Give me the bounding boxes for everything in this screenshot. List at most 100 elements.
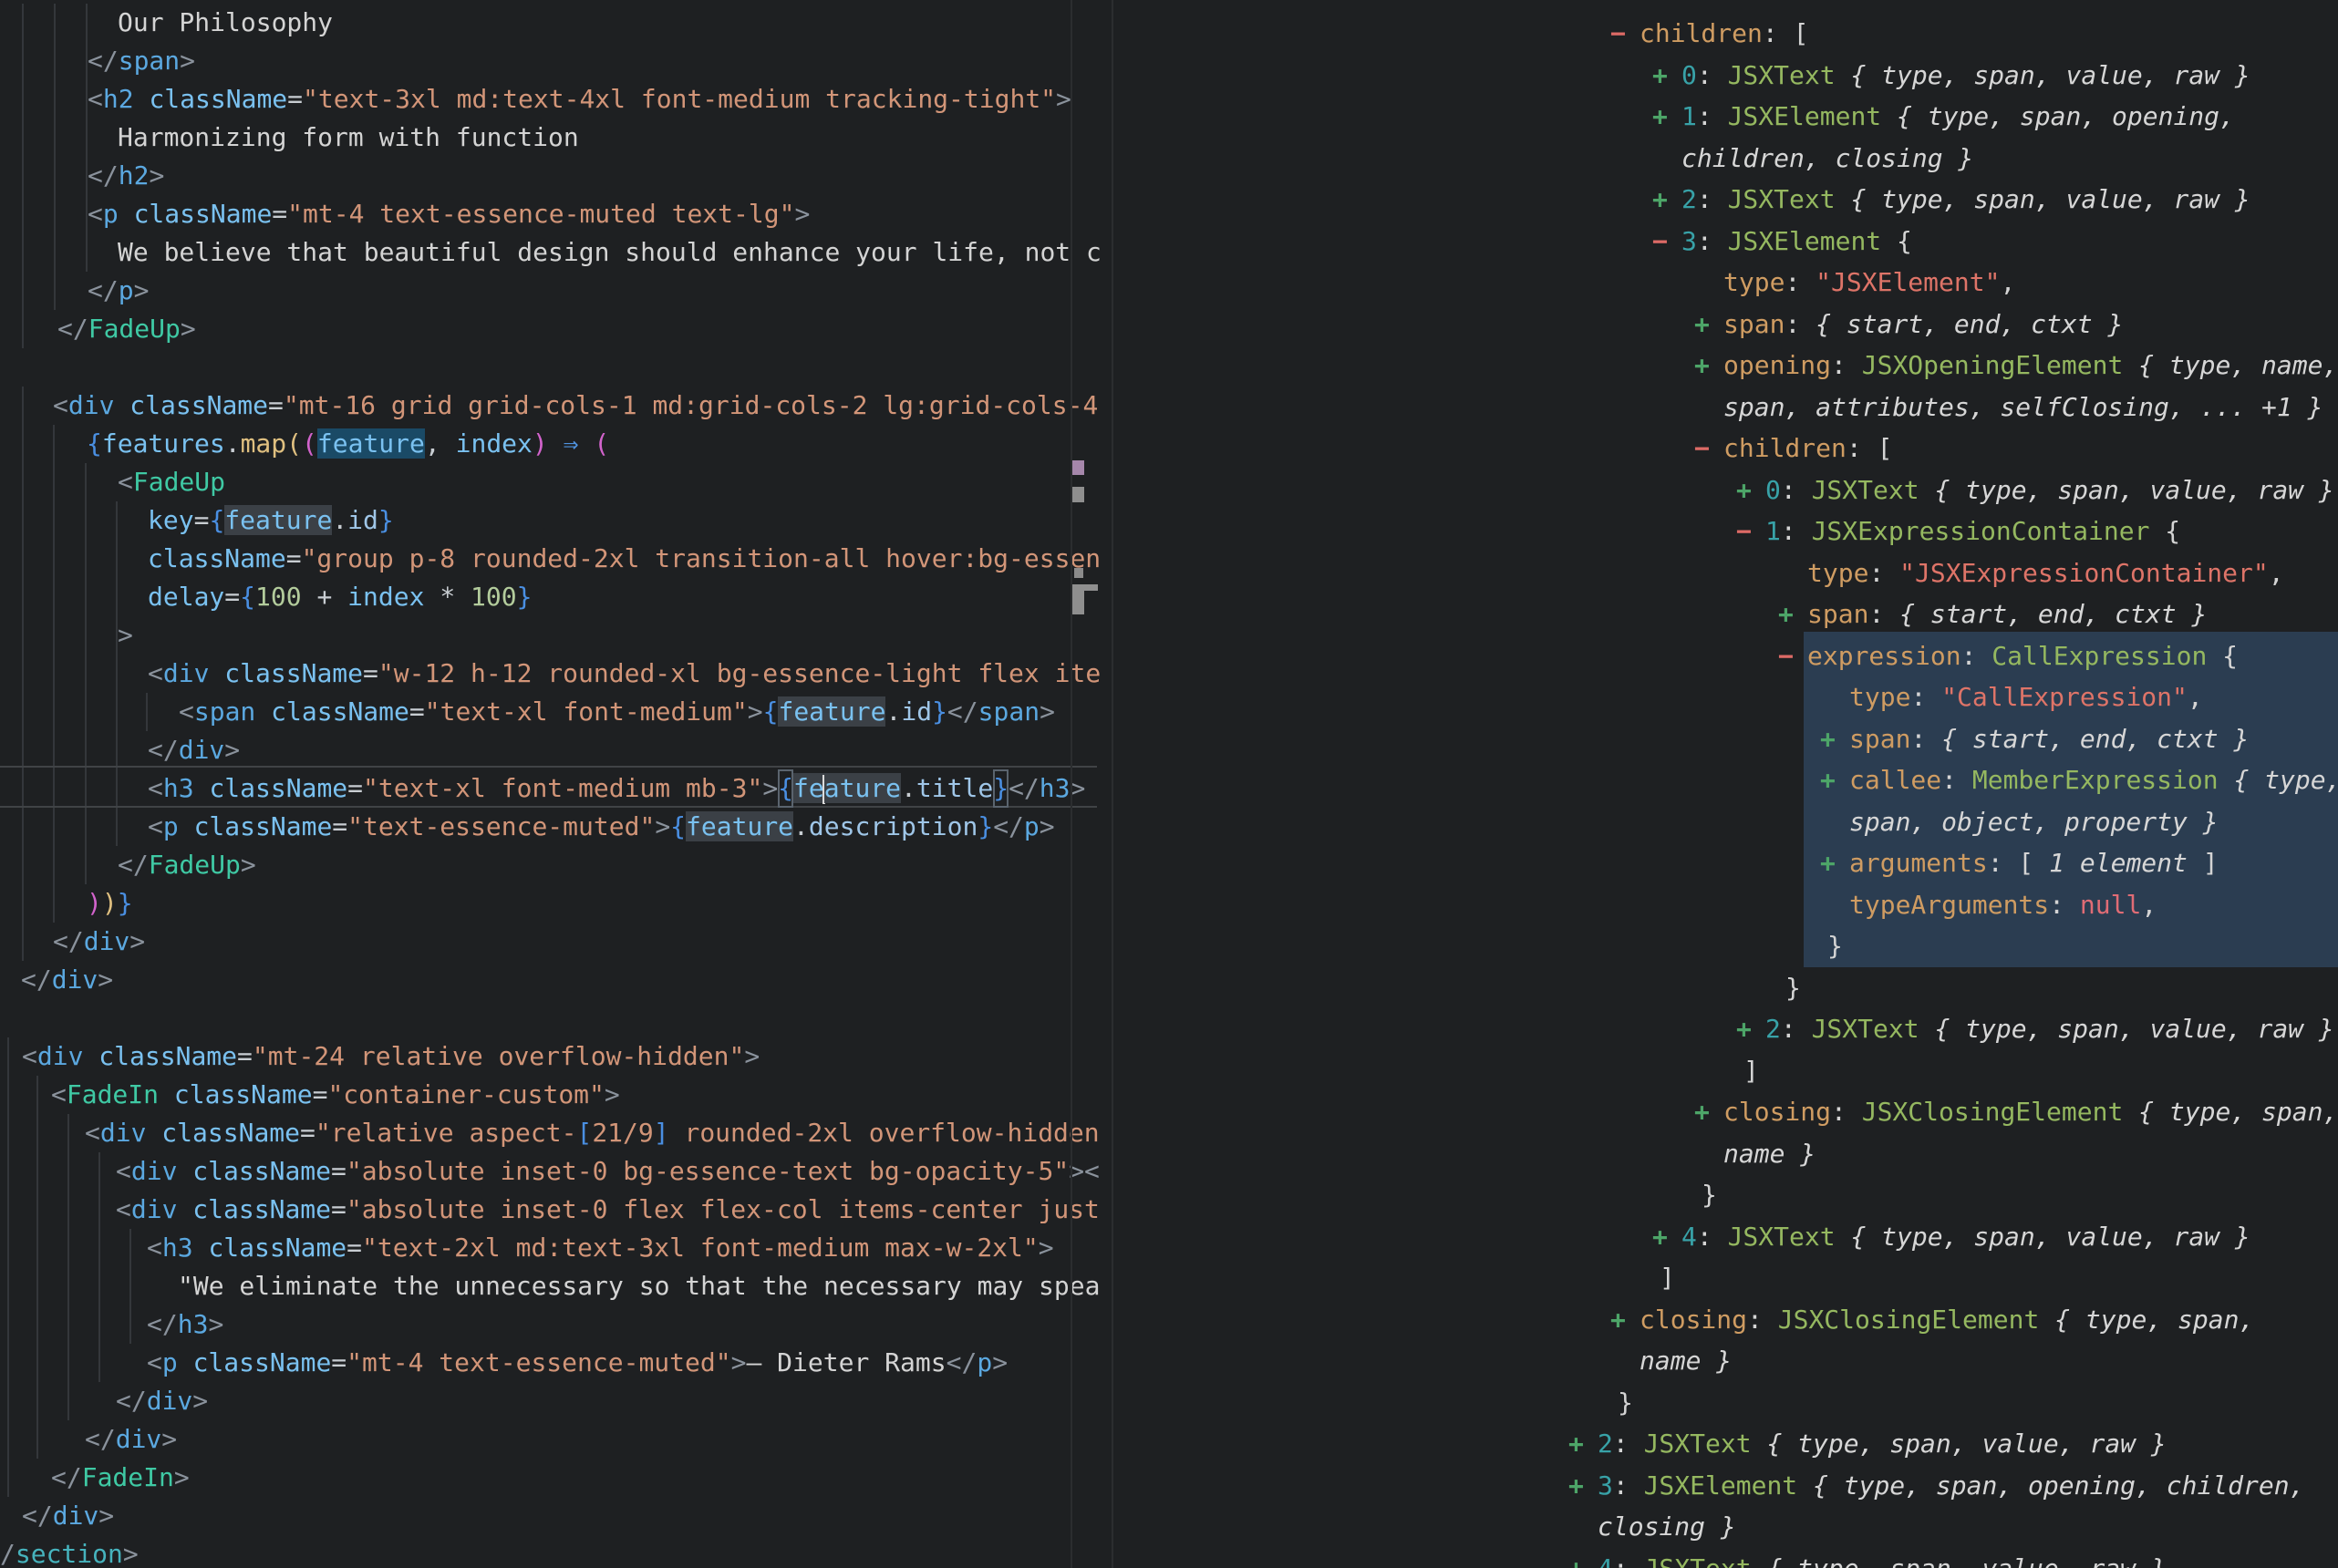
ast-line[interactable]: +span: { start, end, ctxt }	[1820, 718, 2249, 759]
code-line[interactable]: </FadeUp>	[57, 310, 196, 348]
code-line[interactable]: Harmonizing form with function	[118, 119, 579, 157]
collapse-toggle-icon[interactable]: −	[1736, 511, 1765, 552]
code-line[interactable]: </p>	[88, 272, 149, 310]
ast-line[interactable]: +0: JSXText { type, span, value, raw }	[1652, 55, 2250, 96]
ast-line[interactable]: name }	[1640, 1340, 1732, 1381]
code-line[interactable]: ))}	[87, 884, 133, 923]
code-line[interactable]: <div className="w-12 h-12 rounded-xl bg-…	[148, 655, 1100, 693]
code-line[interactable]: <FadeIn className="container-custom">	[51, 1076, 620, 1114]
code-line[interactable]: delay={100 + index * 100}	[148, 578, 532, 616]
ast-line[interactable]: −children: [	[1694, 428, 1892, 469]
ast-line[interactable]: ]	[1660, 1257, 1675, 1298]
ast-line[interactable]: +3: JSXElement { type, span, opening, ch…	[1568, 1465, 2304, 1506]
collapse-toggle-icon[interactable]: −	[1778, 635, 1807, 676]
expand-toggle-icon[interactable]: +	[1820, 718, 1849, 759]
expand-toggle-icon[interactable]: +	[1694, 304, 1723, 345]
expand-toggle-icon[interactable]: +	[1610, 1299, 1640, 1340]
ast-line[interactable]: +closing: JSXClosingElement { type, span…	[1610, 1299, 2254, 1340]
code-line[interactable]: /section>	[0, 1535, 139, 1568]
code-line[interactable]: className="group p-8 rounded-2xl transit…	[148, 540, 1100, 578]
ast-line[interactable]: −3: JSXElement {	[1652, 221, 1912, 262]
expand-toggle-icon[interactable]: +	[1652, 1216, 1681, 1257]
collapse-toggle-icon[interactable]: −	[1694, 428, 1723, 469]
ast-line[interactable]: type: "JSXExpressionContainer",	[1807, 552, 2284, 593]
code-line[interactable]: </FadeUp>	[118, 846, 256, 884]
code-line[interactable]: <p className="mt-4 text-essence-muted te…	[88, 195, 810, 233]
code-line[interactable]: {features.map((feature, index) ⇒ (	[87, 425, 609, 463]
code-line[interactable]: key={feature.id}	[148, 501, 394, 540]
code-line[interactable]: </div>	[22, 1497, 114, 1535]
code-line[interactable]: Our Philosophy	[118, 4, 333, 42]
expand-toggle-icon[interactable]: +	[1652, 55, 1681, 96]
ast-line[interactable]: }	[1827, 925, 1843, 966]
code-line[interactable]: </div>	[85, 1420, 177, 1459]
ast-line[interactable]: type: "JSXElement",	[1723, 262, 2015, 303]
ast-line[interactable]: +4: JSXText { type, span, value, raw }	[1568, 1548, 2167, 1568]
code-line[interactable]: >	[118, 616, 133, 655]
ast-line[interactable]: +arguments: [ 1 element ]	[1820, 842, 2219, 883]
code-line[interactable]: </div>	[116, 1382, 208, 1420]
ast-line[interactable]: +2: JSXText { type, span, value, raw }	[1736, 1008, 2334, 1049]
code-line[interactable]: </div>	[53, 923, 145, 961]
ast-line[interactable]: type: "CallExpression",	[1849, 676, 2203, 717]
ast-line[interactable]: typeArguments: null,	[1849, 884, 2157, 925]
code-line[interactable]: <h3 className="text-xl font-medium mb-3"…	[148, 769, 1085, 808]
ast-line[interactable]: −1: JSXExpressionContainer {	[1736, 511, 2180, 552]
ast-line[interactable]: +2: JSXText { type, span, value, raw }	[1652, 179, 2250, 220]
code-line[interactable]: <div className="absolute inset-0 bg-esse…	[116, 1152, 1100, 1191]
expand-toggle-icon[interactable]: +	[1820, 842, 1849, 883]
code-editor-pane[interactable]: Our Philosophy</span><h2 className="text…	[0, 0, 1100, 1568]
code-line[interactable]: <FadeUp	[118, 463, 225, 501]
code-line[interactable]: <div className="mt-16 grid grid-cols-1 m…	[53, 387, 1098, 425]
expand-toggle-icon[interactable]: +	[1736, 469, 1765, 511]
expand-toggle-icon[interactable]: +	[1568, 1548, 1598, 1568]
code-line[interactable]: </FadeIn>	[51, 1459, 190, 1497]
ast-line[interactable]: }	[1702, 1174, 1717, 1215]
code-line[interactable]: <h3 className="text-2xl md:text-3xl font…	[147, 1229, 1054, 1267]
expand-toggle-icon[interactable]: +	[1778, 593, 1807, 634]
ast-line[interactable]: +closing: JSXClosingElement { type, span…	[1694, 1091, 2338, 1132]
code-line[interactable]: </h2>	[88, 157, 164, 195]
code-line[interactable]: <span className="text-xl font-medium">{f…	[179, 693, 1055, 731]
ast-line[interactable]: +span: { start, end, ctxt }	[1778, 593, 2207, 634]
ast-line[interactable]: −expression: CallExpression {	[1778, 635, 2238, 676]
expand-toggle-icon[interactable]: +	[1652, 179, 1681, 220]
expand-toggle-icon[interactable]: +	[1652, 96, 1681, 137]
expand-toggle-icon[interactable]: +	[1568, 1465, 1598, 1506]
code-line[interactable]: <div className="mt-24 relative overflow-…	[22, 1037, 760, 1076]
ast-line[interactable]: +callee: MemberExpression { type,	[1820, 759, 2338, 800]
expand-toggle-icon[interactable]: +	[1736, 1008, 1765, 1049]
ast-line[interactable]: closing }	[1598, 1506, 1736, 1547]
collapse-toggle-icon[interactable]: −	[1652, 221, 1681, 262]
code-line[interactable]: </span>	[88, 42, 195, 80]
ast-line[interactable]: +0: JSXText { type, span, value, raw }	[1736, 469, 2334, 511]
code-line[interactable]: </div>	[21, 961, 113, 999]
ast-line[interactable]: −children: [	[1610, 13, 1808, 54]
code-line[interactable]: <div className="absolute inset-0 flex fl…	[116, 1191, 1100, 1229]
ast-line[interactable]: children, closing }	[1681, 138, 1973, 179]
ast-line[interactable]: span, object, property }	[1849, 801, 2219, 842]
expand-toggle-icon[interactable]: +	[1694, 345, 1723, 386]
expand-toggle-icon[interactable]: +	[1568, 1423, 1598, 1464]
ast-line[interactable]: name }	[1723, 1133, 1816, 1174]
ast-line[interactable]: +4: JSXText { type, span, value, raw }	[1652, 1216, 2250, 1257]
code-line[interactable]: <div className="relative aspect-[21/9] r…	[85, 1114, 1100, 1152]
ast-line[interactable]: ]	[1743, 1050, 1759, 1091]
code-line[interactable]: We believe that beautiful design should …	[118, 233, 1100, 272]
expand-toggle-icon[interactable]: +	[1820, 759, 1849, 800]
collapse-toggle-icon[interactable]: −	[1610, 13, 1640, 54]
code-line[interactable]: </h3>	[147, 1305, 223, 1344]
ast-line[interactable]: span, attributes, selfClosing, ... +1 }	[1723, 387, 2322, 428]
code-line[interactable]: </div>	[148, 731, 240, 769]
code-line[interactable]: <h2 className="text-3xl md:text-4xl font…	[88, 80, 1071, 119]
code-line[interactable]: "We eliminate the unnecessary so that th…	[178, 1267, 1100, 1305]
expand-toggle-icon[interactable]: +	[1694, 1091, 1723, 1132]
ast-line[interactable]: +span: { start, end, ctxt }	[1694, 304, 2123, 345]
ast-line[interactable]: +1: JSXElement { type, span, opening,	[1652, 96, 2235, 137]
ast-line[interactable]: +2: JSXText { type, span, value, raw }	[1568, 1423, 2167, 1464]
ast-line[interactable]: +opening: JSXOpeningElement { type, name…	[1694, 345, 2338, 386]
ast-tree-pane[interactable]: −children: [+0: JSXText { type, span, va…	[1100, 0, 2338, 1568]
code-line[interactable]: <p className="text-essence-muted">{featu…	[148, 808, 1055, 846]
ast-line[interactable]: }	[1785, 967, 1801, 1008]
code-line[interactable]: <p className="mt-4 text-essence-muted">—…	[147, 1344, 1008, 1382]
